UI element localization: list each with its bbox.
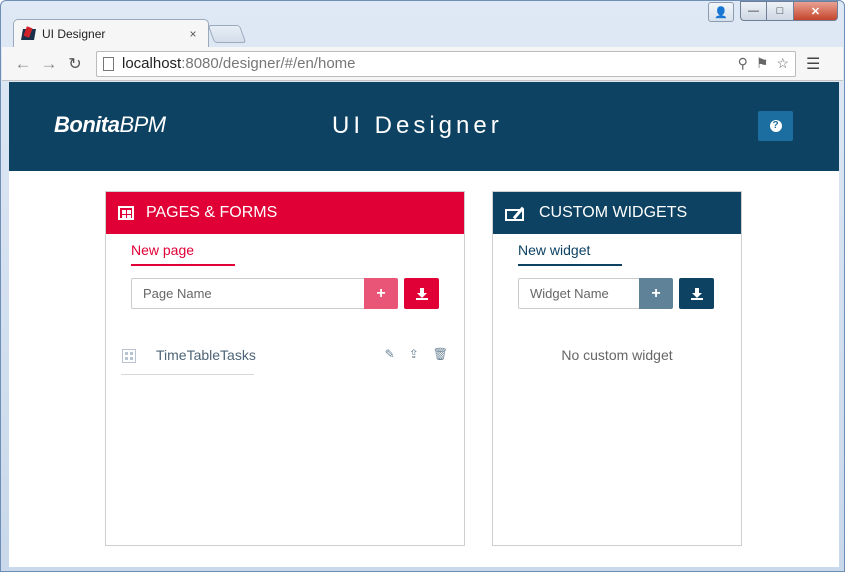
widgets-panel-title: CUSTOM WIDGETS [539,204,688,221]
plus-icon: + [376,284,386,302]
forward-icon[interactable]: → [36,54,62,74]
close-window-button[interactable]: ✕ [794,1,838,21]
maximize-button[interactable]: □ [767,1,794,21]
pages-panel-header: PAGES & FORMS [106,192,464,234]
app-header: BonitaBPM UI Designer ? [9,82,839,171]
window-controls: 👤 — □ ✕ [708,1,838,22]
minimize-button[interactable]: — [740,1,767,21]
translate-icon[interactable]: ⚑ [756,55,769,72]
browser-toolbar: ← → ↻ localhost :8080/designer/#/en/home… [2,47,843,81]
url-path: :8080/designer/#/en/home [181,55,356,72]
pages-forms-panel: PAGES & FORMS New page + TimeTableTasks … [105,191,465,546]
app-title: UI Designer [332,112,503,139]
reload-icon[interactable]: ↻ [62,54,88,74]
row-divider [121,374,254,375]
widget-pencil-icon [505,206,527,221]
download-icon [415,287,428,300]
page-grid-icon [118,206,134,220]
add-page-button[interactable]: + [364,278,398,309]
help-button[interactable]: ? [758,111,793,141]
address-bar[interactable]: localhost :8080/designer/#/en/home ⚲ ⚑ ☆ [96,50,796,77]
tab-strip: UI Designer × 👤 — □ ✕ [1,1,844,47]
new-tab-button[interactable] [207,25,247,43]
download-icon [690,287,703,300]
tab-title: UI Designer [42,26,106,41]
page-viewport: BonitaBPM UI Designer ? PAGES & FORMS Ne… [9,82,839,567]
page-name-link[interactable]: TimeTableTasks [156,347,256,363]
profile-icon[interactable]: 👤 [708,2,734,22]
list-item[interactable]: TimeTableTasks ✎ ⇪ 🗑 [106,347,464,375]
page-icon [103,56,114,71]
browser-tab[interactable]: UI Designer × [13,19,209,47]
create-widget-row: + [518,278,741,309]
url-host: localhost [122,55,182,72]
zoom-icon[interactable]: ⚲ [738,55,748,72]
page-grid-icon [122,349,136,363]
delete-icon[interactable]: 🗑 [433,347,448,361]
bonita-logo: BonitaBPM [54,112,166,137]
widget-name-input[interactable] [518,278,639,309]
pages-panel-title: PAGES & FORMS [146,204,278,221]
custom-widgets-panel: CUSTOM WIDGETS New widget + No custom wi… [492,191,742,546]
browser-window: UI Designer × 👤 — □ ✕ ← → ↻ localhost :8… [0,0,845,572]
export-icon[interactable]: ⇪ [409,347,419,361]
page-name-input[interactable] [131,278,364,309]
import-widget-button[interactable] [679,278,714,309]
star-icon[interactable]: ☆ [776,55,789,72]
tab-new-page[interactable]: New page [131,242,235,266]
widgets-panel-header: CUSTOM WIDGETS [493,192,741,234]
plus-icon: + [651,284,661,302]
back-icon[interactable]: ← [10,54,36,74]
tab-new-widget[interactable]: New widget [518,242,622,266]
edit-icon[interactable]: ✎ [385,347,395,361]
bonita-favicon-icon [22,27,36,41]
empty-widgets-message: No custom widget [561,347,673,363]
create-page-row: + [131,278,464,309]
add-widget-button[interactable]: + [639,278,673,309]
tab-close-icon[interactable]: × [186,27,200,41]
menu-icon[interactable]: ☰ [806,54,820,74]
import-page-button[interactable] [404,278,439,309]
question-icon: ? [769,120,782,132]
